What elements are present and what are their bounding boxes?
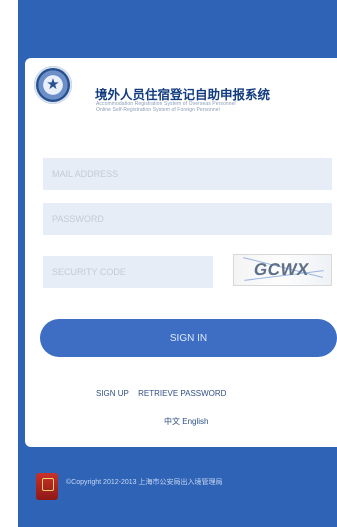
english-language-link[interactable]: English [182, 417, 208, 426]
sign-in-button[interactable]: SIGN IN [40, 319, 337, 357]
security-code-placeholder: SECURITY CODE [52, 267, 126, 277]
email-placeholder: MAIL ADDRESS [52, 169, 119, 179]
retrieve-password-link[interactable]: RETRIEVE PASSWORD [138, 389, 226, 398]
star-icon: ★ [46, 76, 60, 94]
sign-up-link[interactable]: SIGN UP [96, 389, 129, 398]
language-switcher: 中文 English [164, 416, 208, 427]
password-field[interactable]: PASSWORD [43, 203, 332, 235]
captcha-code: GCWX [252, 260, 311, 279]
shield-icon [36, 473, 58, 500]
chinese-language-link[interactable]: 中文 [164, 417, 180, 426]
subtitle-line-2: Online Self-Registration System of Forei… [96, 107, 220, 113]
account-links: SIGN UP RETRIEVE PASSWORD [96, 389, 233, 398]
footer-copyright: ©Copyright 2012-2013 上海市公安局出入境管理局 [66, 479, 223, 486]
police-emblem-icon: ★ [34, 66, 72, 104]
app-subtitle: Accommodation Registration System of Ove… [96, 101, 312, 113]
captcha-image[interactable]: GCWX [233, 254, 332, 286]
security-code-field[interactable]: SECURITY CODE [43, 256, 213, 288]
email-field[interactable]: MAIL ADDRESS [43, 158, 332, 190]
password-placeholder: PASSWORD [52, 214, 104, 224]
